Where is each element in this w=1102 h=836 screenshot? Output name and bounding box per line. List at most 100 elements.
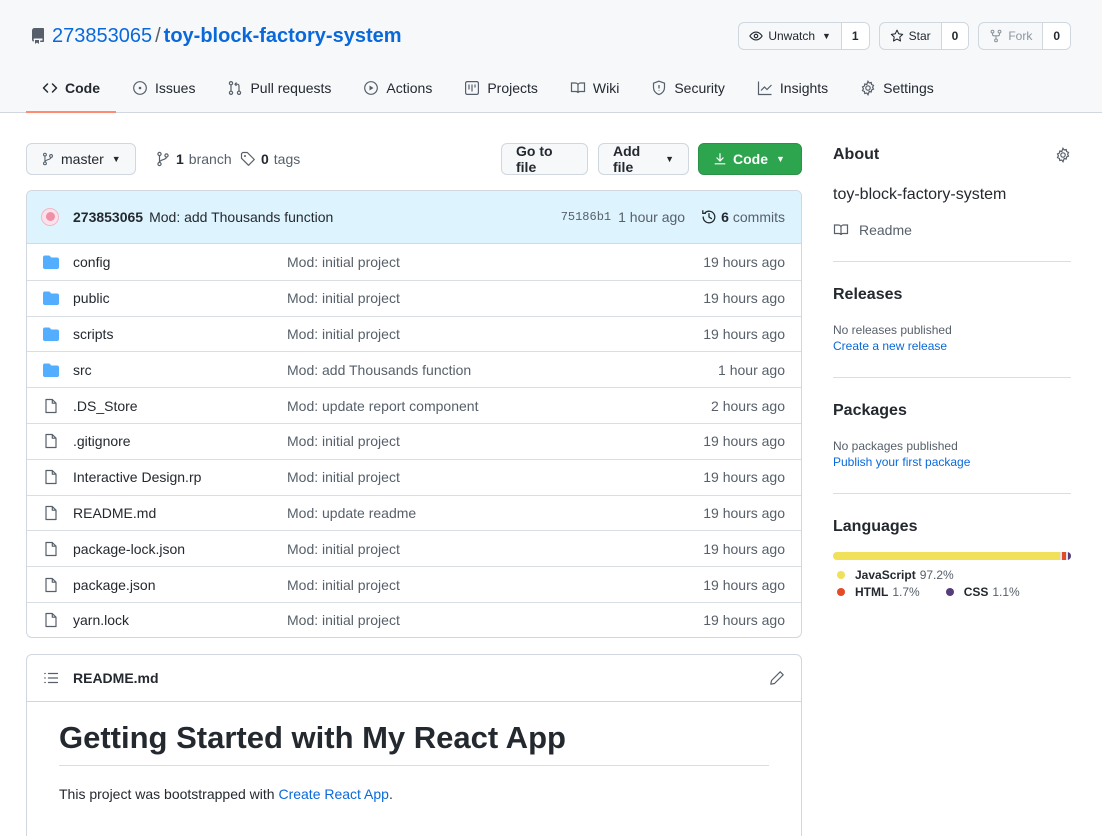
file-row[interactable]: config Mod: initial project 19 hours ago	[27, 244, 801, 280]
star-label: Star	[908, 29, 931, 43]
file-row[interactable]: package-lock.json Mod: initial project 19 …	[27, 530, 801, 566]
file-row[interactable]: yarn.lock Mod: initial project 19 hours ag…	[27, 601, 801, 637]
file-commit-message-link[interactable]: Mod: initial project	[287, 433, 703, 449]
unwatch-button[interactable]: Unwatch ▼	[739, 23, 841, 49]
tab-wiki[interactable]: Wiki	[554, 64, 635, 112]
file-row[interactable]: README.md Mod: update readme 19 hours ago	[27, 494, 801, 531]
file-commit-message-link[interactable]: Mod: initial project	[287, 254, 703, 270]
file-name-link[interactable]: config	[73, 254, 287, 270]
go-to-file-button[interactable]: Go to file	[501, 143, 588, 175]
file-row[interactable]: src Mod: add Thousands function 1 hour ago	[27, 351, 801, 387]
play-icon	[364, 81, 379, 95]
forks-count[interactable]: 0	[1042, 23, 1070, 49]
language-javascript[interactable]: JavaScript 97.2%	[833, 568, 954, 582]
tab-code[interactable]: Code	[26, 64, 116, 113]
file-icon	[45, 505, 57, 521]
readme-link[interactable]: Readme	[833, 222, 1071, 238]
avatar[interactable]	[41, 208, 59, 226]
file-name-link[interactable]: scripts	[73, 326, 287, 342]
gear-icon[interactable]	[1055, 147, 1071, 163]
fork-button-group: Fork 0	[978, 22, 1071, 50]
tab-security[interactable]: Security	[635, 64, 741, 112]
watchers-count[interactable]: 1	[840, 23, 869, 49]
file-age: 19 hours ago	[703, 325, 785, 342]
file-row[interactable]: Interactive Design.rp Mod: initial projec…	[27, 458, 801, 495]
commits-history-link[interactable]: 6 commits	[701, 209, 785, 225]
language-dot	[837, 588, 845, 596]
file-commit-message-link[interactable]: Mod: initial project	[287, 541, 703, 557]
repo-name-link[interactable]: toy-block-factory-system	[164, 25, 402, 48]
tags-link[interactable]: 0 tags	[240, 143, 300, 175]
file-row[interactable]: package.json Mod: initial project 19 hours…	[27, 566, 801, 602]
file-row[interactable]: public Mod: initial project 19 hours ago	[27, 279, 801, 316]
commit-message-link[interactable]: Mod: add Thousands function	[149, 209, 333, 225]
file-age: 19 hours ago	[703, 504, 785, 521]
file-name-link[interactable]: package-lock.json	[73, 541, 287, 557]
file-commit-message-link[interactable]: Mod: add Thousands function	[287, 362, 718, 378]
file-icon	[45, 398, 57, 413]
pencil-icon[interactable]	[769, 670, 785, 686]
tab-projects[interactable]: Projects	[448, 64, 554, 112]
fork-button[interactable]: Fork	[979, 23, 1042, 49]
file-name-link[interactable]: .DS_Store	[73, 398, 287, 414]
download-icon	[714, 153, 726, 165]
file-name-link[interactable]: README.md	[73, 505, 287, 521]
tab-issues[interactable]: Issues	[116, 64, 211, 112]
repo-separator: /	[155, 24, 161, 47]
file-age: 19 hours ago	[703, 469, 785, 486]
file-name-link[interactable]: Interactive Design.rp	[73, 469, 287, 485]
file-name-link[interactable]: .gitignore	[73, 433, 287, 449]
add-file-button[interactable]: Add file ▼	[598, 143, 689, 175]
branches-label: branch	[188, 151, 232, 167]
file-commit-message-link[interactable]: Mod: initial project	[287, 469, 703, 485]
branches-link[interactable]: 1 branch	[155, 143, 232, 175]
tab-pull-requests[interactable]: Pull requests	[211, 64, 347, 112]
file-name-link[interactable]: yarn.lock	[73, 612, 287, 628]
file-row[interactable]: .DS_Store Mod: update report component 2 h…	[27, 387, 801, 423]
star-button[interactable]: Star	[880, 23, 941, 49]
packages-title[interactable]: Packages	[833, 402, 1071, 420]
create-react-app-link[interactable]: Create React App	[278, 786, 389, 802]
readme-filename-link[interactable]: README.md	[73, 670, 159, 686]
commit-meta: 75186b1 1 hour ago 6 commits	[561, 209, 785, 225]
fork-icon	[990, 29, 1002, 43]
file-name-link[interactable]: package.json	[73, 577, 287, 593]
language-name: CSS	[963, 585, 989, 599]
readme-text: This project was bootstrapped with	[59, 786, 279, 802]
folder-icon	[43, 327, 59, 341]
language-css[interactable]: CSS 1.1%	[942, 585, 1020, 599]
sidebar: About toy-block-factory-system Readme Re…	[833, 143, 1071, 599]
tab-settings[interactable]: Settings	[844, 64, 950, 112]
file-commit-message-link[interactable]: Mod: update readme	[287, 505, 703, 521]
file-commit-message-link[interactable]: Mod: initial project	[287, 326, 703, 342]
add-file-label: Add file	[613, 143, 641, 175]
star-icon	[890, 29, 903, 42]
file-name-link[interactable]: src	[73, 362, 287, 378]
file-row[interactable]: .gitignore Mod: initial project 19 hours a…	[27, 422, 801, 459]
file-commit-message-link[interactable]: Mod: initial project	[287, 612, 703, 628]
commit-sha-link[interactable]: 75186b1	[561, 210, 611, 224]
fork-label: Fork	[1008, 29, 1033, 43]
file-commit-message-link[interactable]: Mod: initial project	[287, 290, 703, 306]
code-download-button[interactable]: Code ▼	[698, 143, 802, 175]
releases-title[interactable]: Releases	[833, 286, 1071, 304]
branch-select-button[interactable]: master ▼	[26, 143, 136, 175]
publish-package-link[interactable]: Publish your first package	[833, 454, 1071, 470]
tab-actions[interactable]: Actions	[347, 64, 448, 112]
repo-owner-link[interactable]: 273853065	[52, 25, 152, 48]
language-html[interactable]: HTML 1.7%	[833, 585, 920, 599]
file-name-link[interactable]: public	[73, 290, 287, 306]
commit-author-link[interactable]: 273853065	[73, 209, 143, 225]
file-commit-message-link[interactable]: Mod: initial project	[287, 577, 703, 593]
readme-heading: Getting Started with My React App	[59, 720, 769, 766]
file-commit-message-link[interactable]: Mod: update report component	[287, 398, 711, 414]
branch-icon	[43, 152, 53, 166]
file-age: 19 hours ago	[703, 433, 785, 450]
releases-section: Releases No releases published Create a …	[833, 262, 1071, 354]
tab-insights[interactable]: Insights	[741, 64, 844, 112]
create-release-link[interactable]: Create a new release	[833, 338, 1071, 354]
stargazers-count[interactable]: 0	[940, 23, 969, 49]
file-row[interactable]: scripts Mod: initial project 19 hours ago	[27, 315, 801, 352]
list-icon[interactable]	[43, 670, 59, 686]
tab-label: Wiki	[592, 80, 620, 96]
